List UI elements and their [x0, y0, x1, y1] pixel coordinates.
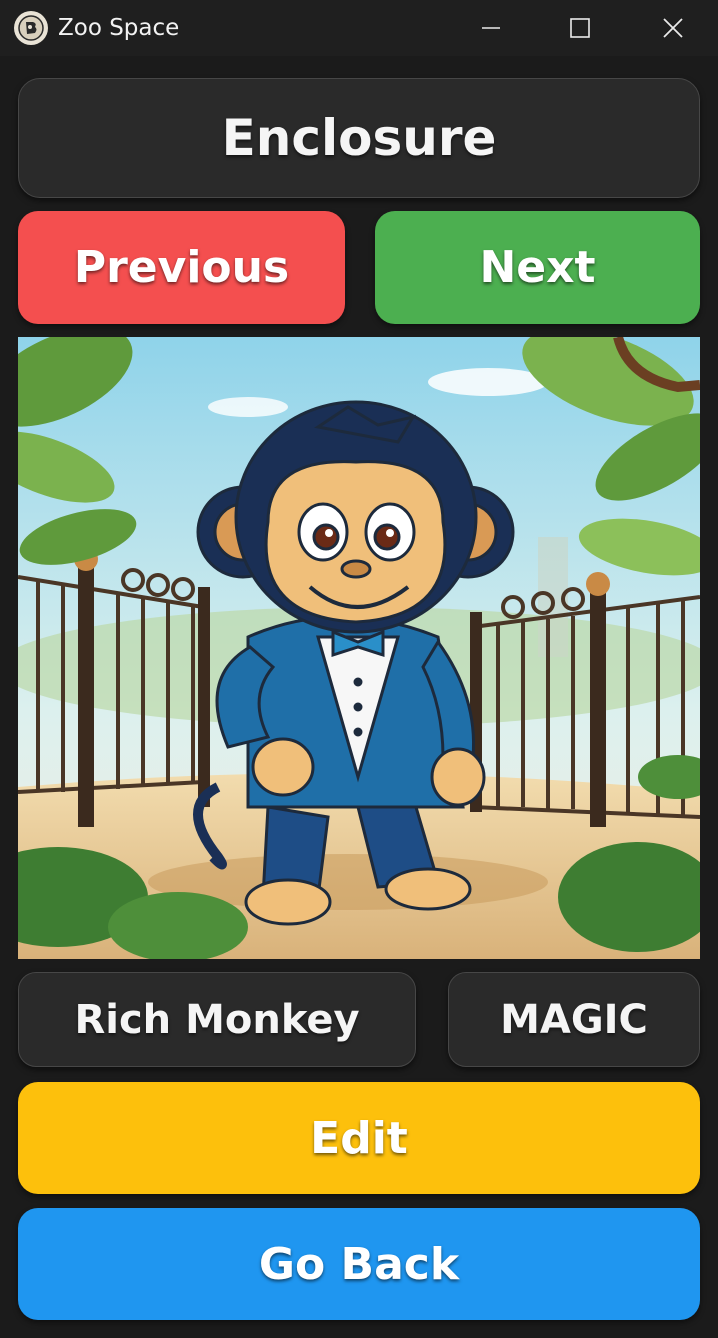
- minimize-button[interactable]: [468, 8, 514, 48]
- animal-type-label: MAGIC: [448, 972, 700, 1067]
- edit-button[interactable]: Edit: [18, 1082, 700, 1194]
- zoo-logo-icon: [14, 11, 48, 45]
- maximize-button[interactable]: [557, 8, 603, 48]
- go-back-button[interactable]: Go Back: [18, 1208, 700, 1320]
- minimize-icon: [482, 27, 500, 29]
- page-title: Enclosure: [18, 78, 700, 198]
- animal-name-label: Rich Monkey: [18, 972, 416, 1067]
- title-bar: Zoo Space: [0, 0, 718, 56]
- previous-button[interactable]: Previous: [18, 211, 345, 324]
- window-title: Zoo Space: [58, 15, 180, 41]
- next-button[interactable]: Next: [375, 211, 700, 324]
- close-button[interactable]: [650, 8, 696, 48]
- animal-image: [18, 337, 700, 959]
- close-icon: [663, 18, 683, 38]
- maximize-icon: [570, 18, 590, 38]
